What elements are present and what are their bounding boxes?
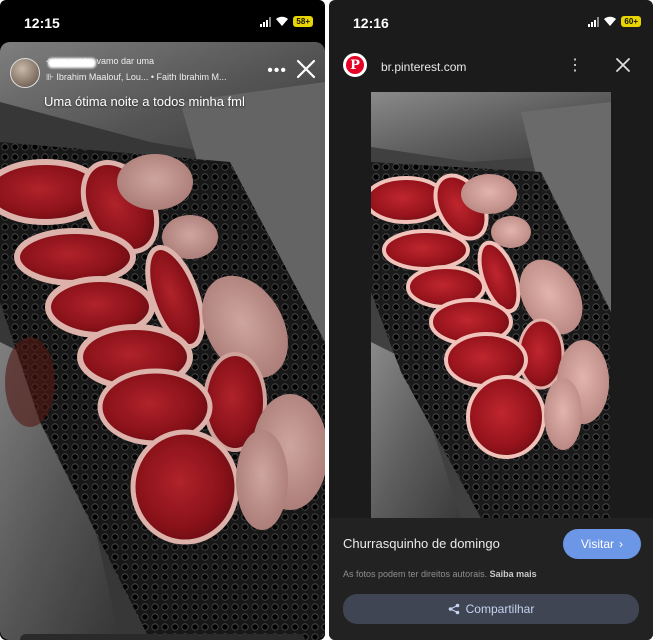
share-icon: [448, 603, 459, 615]
status-icons: 58+: [260, 16, 313, 27]
signal-icon: [588, 16, 600, 27]
visit-button[interactable]: Visitar ›: [562, 529, 641, 559]
share-button-label: Compartilhar: [465, 602, 535, 616]
story-caption: Uma ótima noite a todos minha fml: [44, 94, 245, 109]
close-icon[interactable]: [615, 57, 631, 73]
chevron-right-icon: ›: [619, 537, 623, 551]
pin-info-panel: Churrasquinho de domingo Visitar › As fo…: [329, 518, 653, 640]
signal-icon: [260, 16, 272, 27]
share-button[interactable]: Compartilhar: [343, 594, 639, 624]
story-header: ⟡ um gosto, vamo dar uma ⊪ Ibrahim Maalo…: [0, 52, 325, 92]
wifi-icon: [276, 16, 289, 26]
more-options-icon[interactable]: •••: [267, 62, 287, 80]
redacted-username: [48, 58, 96, 68]
kebab-menu-icon[interactable]: ⋮: [567, 55, 583, 75]
status-bar: 12:15 58+: [0, 0, 325, 40]
status-bar: 12:16 60+: [329, 0, 653, 40]
pinterest-screen: 12:16 60+ P br.pinterest.com ⋮ Churrasqu…: [329, 0, 653, 640]
wifi-icon: [604, 16, 617, 26]
pin-title: Churrasquinho de domingo: [343, 536, 500, 551]
avatar[interactable]: [10, 58, 40, 88]
copyright-text: As fotos podem ter direitos autorais.: [343, 569, 488, 579]
copyright-notice: As fotos podem ter direitos autorais. Sa…: [343, 569, 537, 579]
reply-bar[interactable]: [20, 634, 305, 640]
status-icons: 60+: [588, 16, 641, 27]
browser-bar: P br.pinterest.com ⋮: [329, 44, 653, 88]
pin-photo[interactable]: [371, 92, 611, 518]
close-icon[interactable]: [295, 58, 317, 80]
battery-badge: 58+: [293, 16, 313, 27]
story-audio-line[interactable]: ⊪ Ibrahim Maalouf, Lou... • Faith Ibrahi…: [46, 72, 246, 83]
story-screen: 12:15 58+ ⟡ um gosto, vamo dar uma ⊪ Ibr…: [0, 0, 325, 640]
status-time: 12:15: [24, 15, 60, 31]
visit-button-label: Visitar: [580, 537, 614, 551]
pinterest-logo-icon: P: [343, 53, 367, 77]
learn-more-link[interactable]: Saiba mais: [490, 569, 537, 579]
story-photo: [0, 42, 325, 640]
page-domain: br.pinterest.com: [381, 60, 467, 74]
battery-badge: 60+: [621, 16, 641, 27]
status-time: 12:16: [353, 15, 389, 31]
